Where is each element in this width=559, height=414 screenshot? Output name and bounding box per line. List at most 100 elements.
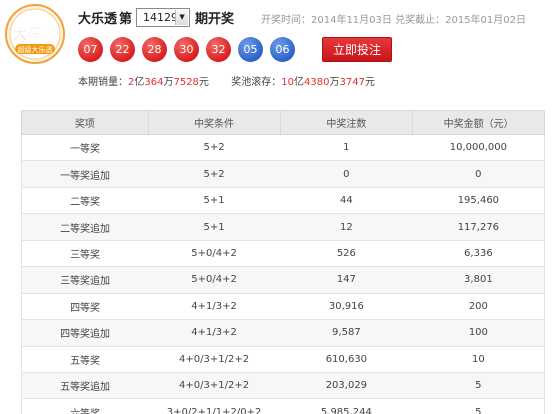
winner-count-cell: 44 bbox=[280, 187, 413, 215]
sales-wan: 364 bbox=[144, 77, 164, 88]
blue-ball: 06 bbox=[270, 37, 295, 62]
sales-yi-unit: 亿 bbox=[134, 77, 145, 88]
table-row: 四等奖 4+1/3+2 30,916 200 bbox=[21, 293, 545, 321]
pool-yuan-unit: 元 bbox=[364, 77, 375, 88]
prize-level-cell: 三等奖 bbox=[21, 240, 149, 268]
lottery-name: 大乐透 bbox=[78, 11, 118, 27]
issue-value: 14129 bbox=[143, 10, 179, 24]
prize-level-cell: 四等奖追加 bbox=[21, 319, 149, 347]
winner-count-cell: 30,916 bbox=[280, 293, 413, 321]
sales-label: 本期销量： bbox=[78, 77, 128, 88]
winner-count-cell: 147 bbox=[280, 266, 413, 294]
condition-cell: 4+1/3+2 bbox=[148, 293, 280, 321]
pool-wan: 4380 bbox=[304, 77, 330, 88]
header-prize-amount: 中奖金额（元） bbox=[412, 110, 545, 135]
pool-yi-unit: 亿 bbox=[294, 77, 305, 88]
winner-count-cell: 1 bbox=[280, 134, 413, 162]
sales-wan-unit: 万 bbox=[163, 77, 174, 88]
prize-amount-cell: 3,801 bbox=[412, 266, 545, 294]
red-ball: 22 bbox=[110, 37, 135, 62]
prize-table: 奖项 中奖条件 中奖注数 中奖金额（元） 一等奖 5+2 1 10,000,000 一等… bbox=[21, 110, 545, 414]
prize-level-cell: 四等奖 bbox=[21, 293, 149, 321]
prize-amount-cell: 10,000,000 bbox=[412, 134, 545, 162]
table-row: 六等奖3+0/2+1/1+2/0+25,985,2445 bbox=[21, 398, 545, 414]
table-header-row: 奖项 中奖条件 中奖注数 中奖金额（元） bbox=[21, 110, 545, 135]
prize-amount-cell: 195,460 bbox=[412, 187, 545, 215]
draw-dates: 开奖时间：2014年11月03日 兑奖截止：2015年01月02日 bbox=[261, 11, 526, 26]
table-row: 二等奖 5+1 44 195,460 bbox=[21, 187, 545, 215]
prize-level-cell: 一等奖追加 bbox=[21, 160, 149, 188]
red-ball: 30 bbox=[174, 37, 199, 62]
issue-select[interactable]: 14129 ▼ bbox=[136, 7, 191, 27]
prize-amount-cell: 200 bbox=[412, 293, 545, 321]
condition-cell: 5+2 bbox=[148, 134, 280, 162]
prize-level-cell: 三等奖追加 bbox=[21, 266, 149, 294]
condition-cell: 4+1/3+2 bbox=[148, 319, 280, 347]
open-label: 期开奖 bbox=[195, 11, 235, 27]
table-row: 四等奖追加 4+1/3+2 9,587 100 bbox=[21, 319, 545, 347]
prize-level-cell: 六等奖 bbox=[21, 398, 149, 414]
sales-stats: 本期销量：2亿364万7528元 奖池滚存：10亿4380万3747元 bbox=[78, 73, 375, 88]
svg-text:超级大乐透: 超级大乐透 bbox=[18, 45, 53, 54]
winner-count-cell: 203,029 bbox=[280, 372, 413, 400]
winner-count-cell: 610,630 bbox=[280, 346, 413, 373]
daletou-logo: 大乐透 超级大乐透 bbox=[5, 4, 65, 64]
bet-now-button[interactable]: 立即投注 bbox=[322, 37, 392, 62]
table-row: 五等奖追加 4+0/3+1/2+2 203,029 5 bbox=[21, 372, 545, 400]
prize-level-cell: 二等奖追加 bbox=[21, 213, 149, 241]
winner-count-cell: 12 bbox=[280, 213, 413, 241]
prize-level-cell: 二等奖 bbox=[21, 187, 149, 215]
winner-count-cell: 9,587 bbox=[280, 319, 413, 347]
svg-text:大乐透: 大乐透 bbox=[12, 25, 58, 43]
header-condition: 中奖条件 bbox=[147, 110, 281, 135]
pool-label: 奖池滚存： bbox=[231, 77, 282, 88]
open-time: 2014年11月03日 bbox=[311, 15, 392, 26]
pool-yi: 10 bbox=[281, 77, 295, 88]
header-winner-count: 中奖注数 bbox=[279, 110, 414, 135]
prize-table-body: 一等奖 5+2 1 10,000,000 一等奖追加 5+2 0 0 二等奖 5+1 44 195,4… bbox=[21, 134, 545, 414]
title-row: 大乐透 第 14129 ▼ 期开奖 bbox=[78, 7, 234, 27]
winner-count-cell: 526 bbox=[280, 240, 413, 268]
table-row: 三等奖追加 5+0/4+2 147 3,801 bbox=[21, 266, 545, 294]
table-row: 二等奖追加 5+1 12 117,276 bbox=[21, 213, 545, 241]
blue-ball: 05 bbox=[238, 37, 263, 62]
prize-level-cell: 五等奖 bbox=[21, 346, 149, 373]
deadline: 2015年01月02日 bbox=[445, 15, 526, 26]
condition-cell: 5+0/4+2 bbox=[148, 240, 280, 268]
winning-numbers: 07 22 28 30 32 05 06 bbox=[78, 37, 302, 62]
chevron-down-icon[interactable]: ▼ bbox=[175, 9, 189, 25]
header-prize-level: 奖项 bbox=[21, 110, 149, 135]
prize-amount-cell: 117,276 bbox=[412, 213, 545, 241]
pool-yuan: 3747 bbox=[339, 77, 365, 88]
red-ball: 07 bbox=[78, 37, 103, 62]
condition-cell: 5+2 bbox=[148, 160, 280, 188]
prize-amount-cell: 5 bbox=[412, 372, 545, 400]
prize-level-cell: 五等奖追加 bbox=[21, 372, 149, 400]
pool-wan-unit: 万 bbox=[329, 77, 340, 88]
prize-level-cell: 一等奖 bbox=[21, 134, 149, 162]
sales-yuan: 7528 bbox=[173, 77, 199, 88]
condition-cell: 5+1 bbox=[148, 213, 280, 241]
prize-amount-cell: 10 bbox=[412, 346, 545, 373]
condition-cell: 4+0/3+1/2+2 bbox=[148, 346, 280, 373]
condition-cell: 5+1 bbox=[148, 187, 280, 215]
prize-amount-cell: 6,336 bbox=[412, 240, 545, 268]
prize-amount-cell: 5 bbox=[412, 398, 545, 414]
red-ball: 28 bbox=[142, 37, 167, 62]
winner-count-cell: 5,985,244 bbox=[280, 398, 413, 414]
issue-prefix: 第 bbox=[119, 11, 133, 27]
prize-amount-cell: 0 bbox=[412, 160, 545, 188]
winner-count-cell: 0 bbox=[280, 160, 413, 188]
prize-amount-cell: 100 bbox=[412, 319, 545, 347]
condition-cell: 5+0/4+2 bbox=[148, 266, 280, 294]
deadline-label: 兑奖截止： bbox=[395, 15, 446, 26]
condition-cell: 4+0/3+1/2+2 bbox=[148, 372, 280, 400]
sales-yuan-unit: 元 bbox=[198, 77, 209, 88]
red-ball: 32 bbox=[206, 37, 231, 62]
condition-cell: 3+0/2+1/1+2/0+2 bbox=[148, 398, 280, 414]
table-row: 一等奖追加 5+2 0 0 bbox=[21, 160, 545, 188]
table-row: 五等奖 4+0/3+1/2+2 610,630 10 bbox=[21, 346, 545, 373]
open-time-label: 开奖时间： bbox=[261, 15, 311, 26]
table-row: 一等奖 5+2 1 10,000,000 bbox=[21, 134, 545, 162]
table-row: 三等奖 5+0/4+2 526 6,336 bbox=[21, 240, 545, 268]
